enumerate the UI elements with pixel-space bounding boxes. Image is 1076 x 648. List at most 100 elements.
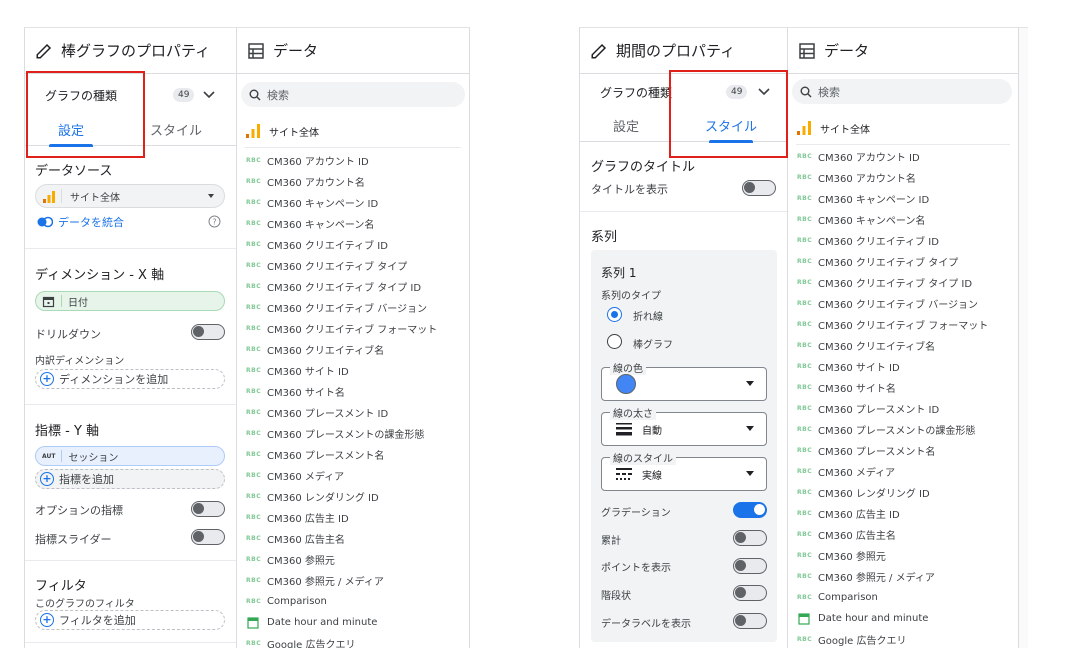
field-item[interactable]: RBC CM360 広告主名 [788,524,1018,545]
show-points-toggle[interactable] [733,558,767,574]
drilldown-toggle[interactable] [191,324,225,340]
field-item[interactable]: RBC CM360 広告主 ID [788,503,1018,524]
optional-metric-toggle[interactable] [191,501,225,517]
field-list: RBC CM360 アカウント ID RBC CM360 アカウント名 RBC CM360… [788,146,1018,648]
series-type-line-radio[interactable] [607,307,622,322]
field-item[interactable]: RBC CM360 クリエイティブ フォーマット [788,314,1018,335]
add-icon: + [40,613,54,627]
gradient-toggle[interactable] [733,502,767,518]
field-item[interactable]: RBC CM360 プレースメント ID [788,398,1018,419]
field-item[interactable]: RBC CM360 アカウント ID [788,146,1018,167]
add-filter-button[interactable]: + フィルタを追加 [35,610,225,630]
field-item[interactable]: RBC CM360 広告主名 [237,528,469,549]
show-title-toggle[interactable] [742,180,776,196]
field-name: CM360 クリエイティブ ID [818,237,939,248]
field-item[interactable]: Date hour and minute [788,608,1018,629]
blend-data-link[interactable]: データを統合 [37,214,124,230]
field-item[interactable]: RBC CM360 クリエイティブ名 [237,339,469,360]
field-item[interactable]: RBC CM360 キャンペーン ID [237,192,469,213]
add-metric-button[interactable]: + 指標を追加 [35,469,225,489]
field-name: CM360 サイト名 [267,388,345,399]
text-field-icon: RBC [246,640,262,647]
field-item[interactable]: RBC CM360 レンダリング ID [788,482,1018,503]
field-item[interactable]: RBC CM360 クリエイティブ フォーマット [237,318,469,339]
field-item[interactable]: RBC CM360 サイト ID [788,356,1018,377]
field-item[interactable]: RBC CM360 プレースメントの課金形態 [237,423,469,444]
text-field-icon: RBC [246,157,262,164]
field-item[interactable]: RBC CM360 レンダリング ID [237,486,469,507]
field-item[interactable]: RBC Google 広告クエリ [788,629,1018,648]
field-item[interactable]: RBC CM360 参照元 / メディア [788,566,1018,587]
date-field-icon [798,612,810,625]
field-item[interactable]: RBC CM360 メディア [788,461,1018,482]
data-source-select[interactable]: サイト全体 [35,184,225,208]
panel-edge [1018,27,1028,648]
dropdown-caret-icon [746,471,754,476]
field-item[interactable]: RBC CM360 プレースメント ID [237,402,469,423]
steps-toggle[interactable] [733,585,767,601]
dimension-chip[interactable]: 日付 [35,291,225,311]
cumulative-toggle[interactable] [733,530,767,546]
show-title-label: タイトルを表示 [591,183,668,196]
field-item[interactable]: RBC CM360 クリエイティブ タイプ [788,251,1018,272]
field-item[interactable]: RBC CM360 クリエイティブ ID [788,230,1018,251]
data-source-row[interactable]: サイト全体 [796,120,870,136]
tab-settings[interactable]: 設定 [580,108,672,142]
field-item[interactable]: RBC CM360 メディア [237,465,469,486]
field-search-input[interactable]: 検索 [241,82,465,107]
field-item[interactable]: RBC CM360 アカウント名 [237,171,469,192]
field-item[interactable]: RBC CM360 クリエイティブ タイプ ID [237,276,469,297]
chart-type-label[interactable]: グラフの種類 [600,84,672,101]
field-item[interactable]: RBC CM360 アカウント名 [788,167,1018,188]
field-item[interactable]: Date hour and minute [237,612,469,633]
field-item[interactable]: RBC CM360 サイト名 [788,377,1018,398]
field-search-input[interactable]: 検索 [792,79,1012,104]
field-item[interactable]: RBC CM360 参照元 [788,545,1018,566]
field-item[interactable]: RBC CM360 サイト名 [237,381,469,402]
field-item[interactable]: RBC Comparison [237,591,469,612]
field-item[interactable]: RBC CM360 クリエイティブ タイプ ID [788,272,1018,293]
line-style-select[interactable]: 線のスタイル 実線 [601,450,767,491]
field-item[interactable]: RBC CM360 クリエイティブ バージョン [237,297,469,318]
chevron-down-icon[interactable] [203,91,215,99]
series-type-bar-radio[interactable] [607,334,622,349]
field-item[interactable]: RBC CM360 キャンペーン ID [788,188,1018,209]
line-width-select[interactable]: 線の太さ 自動 [601,405,767,446]
data-source-row[interactable]: サイト全体 [245,123,319,139]
field-name: CM360 クリエイティブ バージョン [267,304,428,315]
field-item[interactable]: RBC CM360 広告主 ID [237,507,469,528]
show-data-labels-toggle[interactable] [733,613,767,629]
field-item[interactable]: RBC CM360 サイト ID [237,360,469,381]
help-icon[interactable]: ? [208,215,221,228]
text-field-icon: RBC [246,388,262,395]
field-item[interactable]: RBC CM360 クリエイティブ ID [237,234,469,255]
field-item[interactable]: RBC CM360 クリエイティブ名 [788,335,1018,356]
field-item[interactable]: RBC CM360 参照元 / メディア [237,570,469,591]
add-icon: + [40,372,54,386]
field-item[interactable]: RBC CM360 プレースメント名 [788,440,1018,461]
data-panel: データ 検索 サイト全体 RBC CM360 アカウント ID RBC CM360 ア… [787,27,1018,648]
series-type-line-label: 折れ線 [633,312,663,323]
metric-slider-toggle[interactable] [191,529,225,545]
field-name: CM360 参照元 / メディア [267,577,384,588]
field-item[interactable]: RBC CM360 キャンペーン名 [237,213,469,234]
field-item[interactable]: RBC CM360 参照元 [237,549,469,570]
field-name: CM360 キャンペーン名 [267,220,375,231]
field-item[interactable]: RBC CM360 クリエイティブ タイプ [237,255,469,276]
field-item[interactable]: RBC CM360 クリエイティブ バージョン [788,293,1018,314]
field-item[interactable]: RBC CM360 プレースメント名 [237,444,469,465]
field-item[interactable]: RBC CM360 アカウント ID [237,150,469,171]
field-item[interactable]: RBC CM360 プレースメントの課金形態 [788,419,1018,440]
metric-slider-label: 指標スライダー [35,533,112,546]
filter-heading: フィルタ [35,579,87,594]
metric-chip[interactable]: AUT セッション [35,446,225,466]
field-item[interactable]: RBC Google 広告クエリ [237,633,469,648]
add-dimension-button[interactable]: + ディメンションを追加 [35,369,225,389]
text-field-icon: RBC [246,178,262,185]
series-type-bar-label: 棒グラフ [633,340,673,351]
line-color-select[interactable]: 線の色 [601,360,767,401]
table-icon [799,42,815,59]
field-item[interactable]: RBC CM360 キャンペーン名 [788,209,1018,230]
field-item[interactable]: RBC Comparison [788,587,1018,608]
steps-label: 階段状 [601,591,631,602]
